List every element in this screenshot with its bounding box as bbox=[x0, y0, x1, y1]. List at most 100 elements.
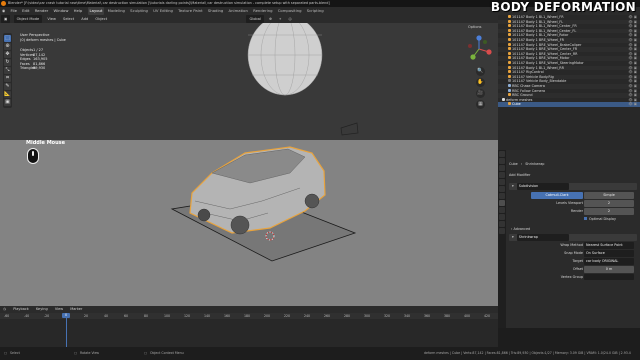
simple-toggle[interactable]: Simple bbox=[584, 192, 634, 199]
levels-viewport-field[interactable]: 2 bbox=[584, 200, 634, 207]
scale-tool-icon[interactable]: ⤡ bbox=[4, 67, 11, 74]
optimal-display-checkbox[interactable]: Optimal Display bbox=[584, 216, 616, 223]
current-frame-indicator[interactable]: 0 bbox=[62, 313, 70, 318]
tab-texture-paint[interactable]: Texture Paint bbox=[176, 7, 205, 15]
tool-tab-icon[interactable] bbox=[499, 151, 505, 157]
menu-select[interactable]: Select bbox=[60, 15, 77, 23]
object-type-icon bbox=[508, 60, 511, 64]
frame-tick-label: 140 bbox=[204, 314, 211, 318]
transform-tool-icon[interactable]: ⌗ bbox=[4, 75, 11, 82]
add-modifier-button[interactable]: Add Modifier bbox=[509, 172, 530, 179]
offset-field[interactable]: 0 m bbox=[584, 266, 634, 273]
timeline-editor[interactable]: -60 -40 -20 0 20 40 60 80 100 120 140 160 180 200 220 2… bbox=[0, 313, 498, 347]
blender-menu-icon[interactable]: ◉ bbox=[0, 7, 7, 15]
subdivision-modifier-header[interactable]: ▾ Subdivision bbox=[509, 183, 637, 190]
mode-dropdown[interactable]: Object Mode bbox=[13, 15, 43, 23]
timeline-editor-icon[interactable]: ◷ bbox=[0, 306, 9, 313]
navigation-gizmo[interactable] bbox=[465, 35, 493, 63]
object-type-icon bbox=[508, 102, 511, 106]
menu-keying[interactable]: Keying bbox=[33, 306, 51, 313]
scene-geometry bbox=[170, 23, 359, 262]
camera-object[interactable] bbox=[340, 122, 359, 136]
properties-breadcrumb: Cube › Shrinkwrap bbox=[509, 161, 544, 168]
menu-help[interactable]: Help bbox=[72, 7, 85, 15]
advanced-subpanel[interactable]: › Advanced bbox=[511, 226, 530, 233]
frame-tick-label: 320 bbox=[384, 314, 391, 318]
sphere-object[interactable] bbox=[247, 23, 323, 96]
menu-window[interactable]: Window bbox=[51, 7, 70, 15]
zoom-icon[interactable]: 🔍 bbox=[476, 67, 485, 76]
annotate-tool-icon[interactable]: ✎ bbox=[4, 83, 11, 90]
object-type-icon bbox=[508, 70, 511, 74]
physics-tab-icon[interactable] bbox=[499, 214, 505, 220]
rotate-tool-icon[interactable]: ↻ bbox=[4, 59, 11, 66]
playhead[interactable] bbox=[66, 313, 67, 347]
shrinkwrap-modifier-header[interactable]: ▾ Shrinkwrap bbox=[509, 234, 637, 241]
tab-animation[interactable]: Animation bbox=[227, 7, 250, 15]
menu-playback[interactable]: Playback bbox=[10, 306, 32, 313]
checkbox-checked-icon[interactable] bbox=[584, 217, 587, 220]
grid-perspective-icon[interactable]: ▦ bbox=[476, 100, 485, 109]
modifier-tab-icon[interactable] bbox=[499, 200, 505, 206]
editor-type-dropdown[interactable]: ▣ bbox=[1, 15, 11, 23]
tab-shading[interactable]: Shading bbox=[206, 7, 225, 15]
move-tool-icon[interactable]: ✥ bbox=[4, 51, 11, 58]
menu-view[interactable]: View bbox=[44, 15, 59, 23]
target-field[interactable]: car body ORIGINAL bbox=[584, 258, 634, 265]
view-layer-tab-icon[interactable] bbox=[499, 172, 505, 178]
advanced-label: Advanced bbox=[513, 227, 531, 231]
options-dropdown[interactable]: Options bbox=[468, 25, 482, 29]
tab-uv-editing[interactable]: UV Editing bbox=[151, 7, 175, 15]
menu-view-timeline[interactable]: View bbox=[52, 306, 66, 313]
tab-sculpting[interactable]: Sculpting bbox=[128, 7, 150, 15]
particles-tab-icon[interactable] bbox=[499, 207, 505, 213]
tab-compositing[interactable]: Compositing bbox=[276, 7, 304, 15]
object-type-icon bbox=[508, 28, 511, 32]
cursor-tool-icon[interactable]: ⊕ bbox=[4, 43, 11, 50]
frame-ruler[interactable]: -60 -40 -20 0 20 40 60 80 100 120 140 160 180 200 220 2… bbox=[0, 313, 498, 319]
render-tab-icon[interactable] bbox=[499, 158, 505, 164]
select-tool-icon[interactable]: ⬚ bbox=[4, 35, 11, 42]
proportional-edit-icon[interactable]: ◎ bbox=[285, 15, 294, 23]
snap-mode-dropdown[interactable]: On Surface bbox=[584, 250, 634, 257]
outliner-item[interactable]: Cube 👁 ▣ bbox=[498, 102, 640, 107]
data-tab-icon[interactable] bbox=[499, 228, 505, 234]
tab-layout[interactable]: Layout bbox=[87, 7, 105, 15]
subdivision-name-field[interactable]: Subdivision bbox=[516, 183, 569, 190]
3d-viewport[interactable]: ⬚ ⊕ ✥ ↻ ⤡ ⌗ ✎ 📐 ▣ User Perspective (0) d… bbox=[0, 23, 498, 306]
object-type-icon bbox=[508, 83, 511, 87]
constraints-tab-icon[interactable] bbox=[499, 221, 505, 227]
output-tab-icon[interactable] bbox=[499, 165, 505, 171]
render-levels-label: Render bbox=[570, 209, 583, 213]
snap-icon[interactable]: ⌖ bbox=[276, 15, 284, 23]
menu-object[interactable]: Object bbox=[92, 15, 110, 23]
pan-hand-icon[interactable]: ✋ bbox=[476, 78, 485, 87]
outliner-item-label: RBC Chase Camera bbox=[512, 83, 545, 88]
expand-chevron-icon[interactable]: ▾ bbox=[512, 184, 514, 188]
menu-marker[interactable]: Marker bbox=[67, 306, 85, 313]
menu-render[interactable]: Render bbox=[33, 7, 51, 15]
visibility-toggle-icon[interactable]: 👁 ▣ bbox=[628, 102, 637, 107]
tab-scripting[interactable]: Scripting bbox=[305, 7, 326, 15]
menu-add[interactable]: Add bbox=[78, 15, 91, 23]
measure-tool-icon[interactable]: 📐 bbox=[4, 91, 11, 98]
catmull-clark-toggle[interactable]: Catmull-Clark bbox=[531, 192, 583, 199]
object-tab-icon[interactable] bbox=[499, 193, 505, 199]
frame-tick-label: 340 bbox=[404, 314, 411, 318]
camera-view-icon[interactable]: 🎥 bbox=[476, 89, 485, 98]
tab-rendering[interactable]: Rendering bbox=[251, 7, 274, 15]
world-tab-icon[interactable] bbox=[499, 186, 505, 192]
shrinkwrap-name-field[interactable]: Shrinkwrap bbox=[516, 234, 569, 241]
expand-chevron-icon[interactable]: ▾ bbox=[512, 235, 514, 239]
vertex-group-field[interactable] bbox=[584, 274, 634, 280]
scene-tab-icon[interactable] bbox=[499, 179, 505, 185]
menu-edit[interactable]: Edit bbox=[20, 7, 31, 15]
render-levels-field[interactable]: 2 bbox=[584, 208, 634, 215]
wrap-method-dropdown[interactable]: Nearest Surface Point bbox=[584, 242, 634, 249]
properties-tabs bbox=[498, 150, 506, 328]
menu-file[interactable]: File bbox=[9, 7, 19, 15]
orientation-dropdown[interactable]: Global bbox=[246, 15, 264, 23]
add-cube-tool-icon[interactable]: ▣ bbox=[4, 99, 11, 106]
tab-modeling[interactable]: Modeling bbox=[106, 7, 127, 15]
pivot-icon[interactable]: ⊕ bbox=[266, 15, 275, 23]
